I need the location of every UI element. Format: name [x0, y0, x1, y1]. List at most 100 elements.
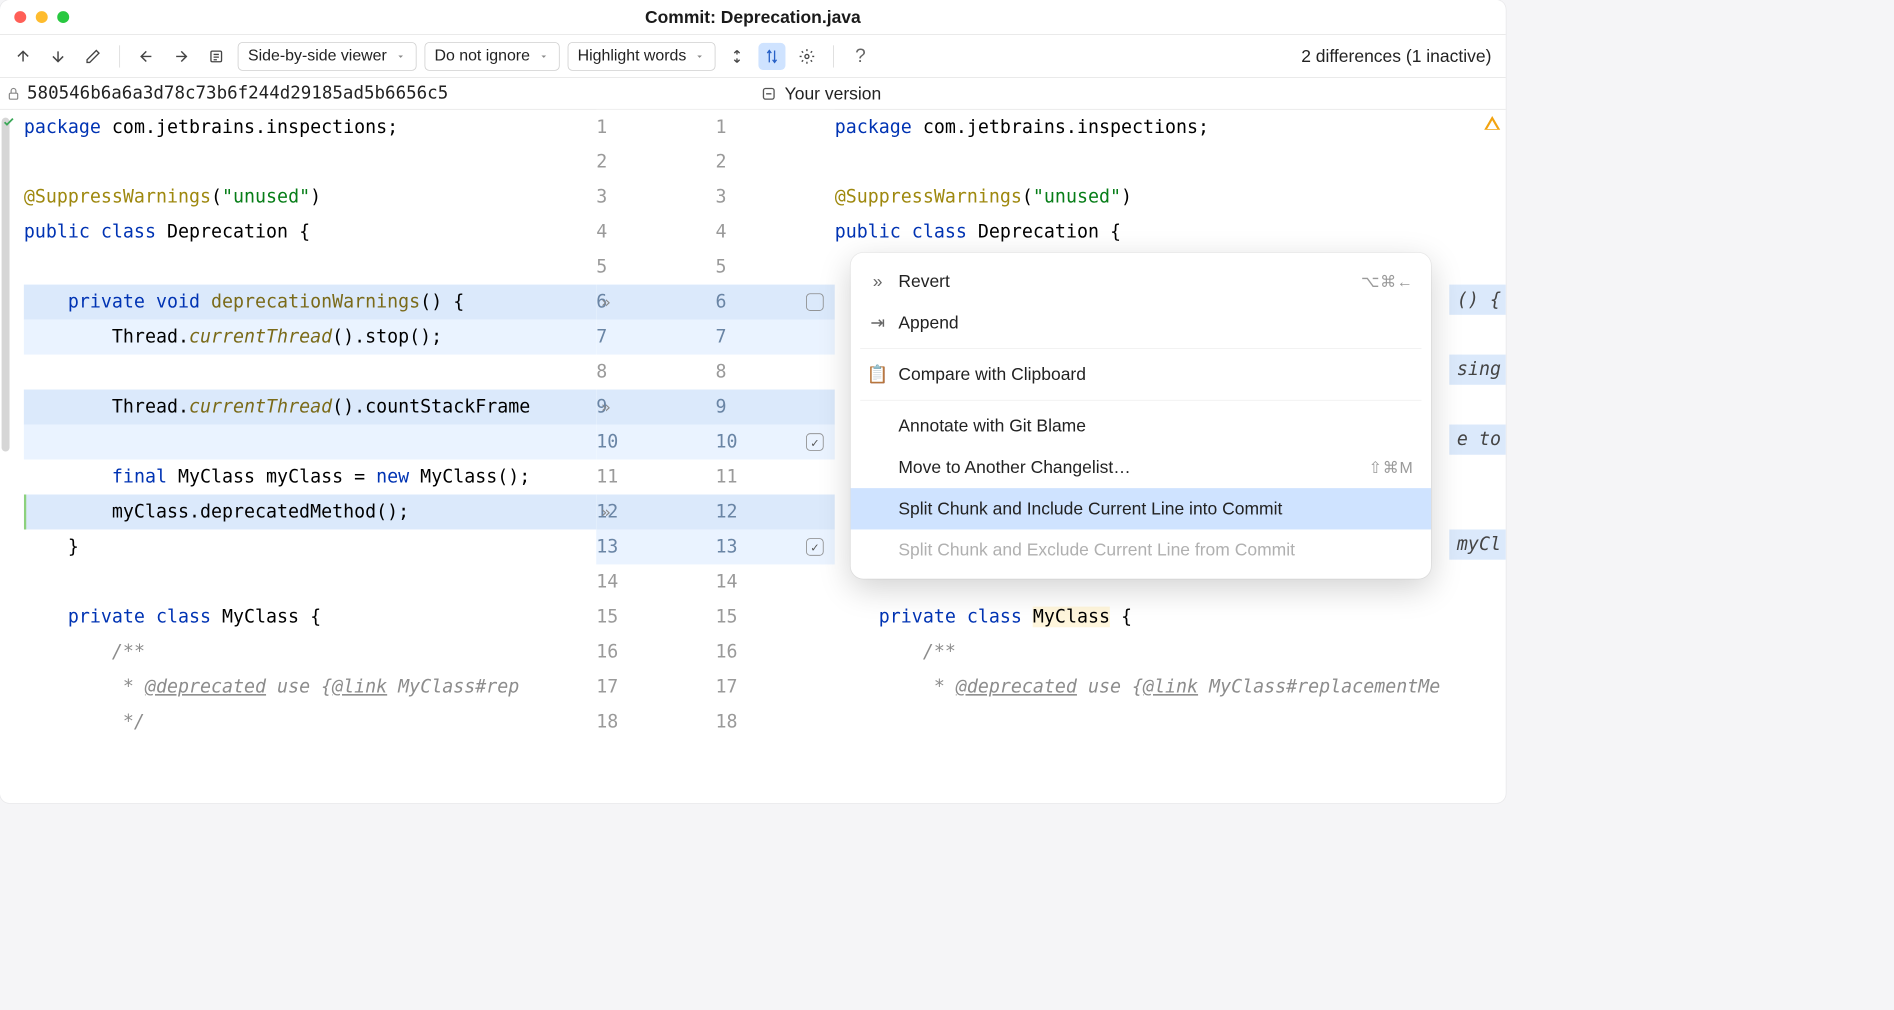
menu-item-label: Append — [898, 312, 958, 333]
menu-shortcut: ⇧⌘M — [1369, 458, 1414, 478]
collapse-button[interactable] — [724, 43, 751, 70]
menu-item-label: Annotate with Git Blame — [898, 416, 1086, 437]
line-number: 1 — [596, 110, 715, 145]
code-line[interactable] — [24, 564, 596, 599]
code-line[interactable]: public class Deprecation { — [835, 215, 1506, 250]
diff-count: 2 differences (1 inactive) — [1301, 46, 1496, 67]
toolbar: Side-by-side viewer Do not ignore Highli… — [0, 35, 1506, 78]
line-number: 12» — [596, 494, 715, 529]
left-pane[interactable]: package com.jetbrains.inspections; @Suppr… — [0, 110, 596, 803]
menu-item-label: Compare with Clipboard — [898, 364, 1086, 385]
window-title: Commit: Deprecation.java — [645, 7, 861, 28]
settings-button[interactable] — [794, 43, 821, 70]
code-peek: () { — [1449, 285, 1506, 315]
edit-button[interactable] — [80, 43, 107, 70]
code-line[interactable]: myClass.deprecatedMethod(); — [24, 494, 596, 529]
diff-panes: package com.jetbrains.inspections; @Suppr… — [0, 110, 1506, 803]
code-line[interactable]: @SuppressWarnings("unused") — [24, 180, 596, 215]
line-number: 6» — [596, 285, 715, 320]
context-menu: »Revert⌥⌘←⇥Append 📋Compare with Clipboard… — [851, 253, 1431, 579]
line-number: 7 — [596, 320, 715, 355]
line-number: 10 — [596, 425, 715, 460]
menu-item[interactable]: Split Chunk and Include Current Line int… — [851, 488, 1431, 529]
forward-button[interactable] — [168, 43, 195, 70]
include-chunk-checkbox[interactable] — [806, 433, 823, 450]
highlight-select[interactable]: Highlight words — [567, 42, 715, 71]
code-line[interactable]: Thread.currentThread().countStackFrame — [24, 390, 596, 425]
code-line[interactable]: private class MyClass { — [835, 599, 1506, 634]
apply-chunk-icon[interactable]: » — [601, 293, 611, 312]
code-line[interactable]: } — [24, 529, 596, 564]
help-button[interactable]: ? — [847, 43, 874, 70]
line-number: 13 — [596, 529, 715, 564]
code-line[interactable]: * @deprecated use {@link MyClass#rep — [24, 669, 596, 704]
code-line[interactable]: * @deprecated use {@link MyClass#replace… — [835, 669, 1506, 704]
menu-shortcut: ⌥⌘← — [1361, 271, 1414, 291]
gear-icon — [799, 48, 815, 64]
menu-item: Split Chunk and Exclude Current Line fro… — [851, 529, 1431, 570]
menu-item[interactable]: Move to Another Changelist… ⇧⌘M — [851, 447, 1431, 488]
collapse-icon[interactable] — [761, 85, 777, 101]
divider — [833, 45, 834, 67]
highlight-label: Highlight words — [578, 47, 687, 65]
line-number: 10 — [716, 425, 835, 460]
line-number: 9 — [716, 390, 835, 425]
prev-diff-button[interactable] — [10, 43, 37, 70]
code-line[interactable]: Thread.currentThread().stop(); — [24, 320, 596, 355]
viewer-mode-label: Side-by-side viewer — [248, 47, 387, 65]
line-number: 1 — [716, 110, 835, 145]
menu-item[interactable]: 📋Compare with Clipboard — [851, 354, 1431, 395]
menu-item-label: Move to Another Changelist… — [898, 457, 1130, 478]
menu-item[interactable]: ⇥Append — [851, 302, 1431, 343]
line-number: 3 — [596, 180, 715, 215]
pane-headers: 580546b6a6a3d78c73b6f244d29185ad5b6656c5… — [0, 78, 1506, 110]
line-number: 14 — [716, 564, 835, 599]
code-line[interactable]: */ — [24, 704, 596, 739]
line-number: 4 — [716, 215, 835, 250]
code-line[interactable]: package com.jetbrains.inspections; — [835, 110, 1506, 145]
ignore-select[interactable]: Do not ignore — [424, 42, 559, 71]
code-line[interactable]: package com.jetbrains.inspections; — [24, 110, 596, 145]
code-line[interactable]: private class MyClass { — [24, 599, 596, 634]
code-line[interactable] — [24, 425, 596, 460]
code-line[interactable] — [835, 145, 1506, 180]
gutter-columns: 123456»789»101112»131415161718 123456789… — [596, 110, 835, 803]
line-number: 15 — [716, 599, 835, 634]
line-number: 7 — [716, 320, 835, 355]
include-chunk-checkbox[interactable] — [806, 538, 823, 555]
menu-item[interactable]: »Revert⌥⌘← — [851, 261, 1431, 302]
revert-icon: » — [868, 271, 887, 292]
menu-item[interactable]: Annotate with Git Blame — [851, 405, 1431, 446]
code-line[interactable]: /** — [24, 634, 596, 669]
line-number: 15 — [596, 599, 715, 634]
code-line[interactable]: public class Deprecation { — [24, 215, 596, 250]
sync-scroll-button[interactable] — [759, 43, 786, 70]
code-line[interactable] — [24, 145, 596, 180]
code-line[interactable]: @SuppressWarnings("unused") — [835, 180, 1506, 215]
include-chunk-checkbox[interactable] — [806, 293, 823, 310]
minimize-icon[interactable] — [36, 11, 48, 23]
line-number: 3 — [716, 180, 835, 215]
line-number: 17 — [596, 669, 715, 704]
line-number: 11 — [716, 460, 835, 495]
code-line[interactable] — [24, 355, 596, 390]
chevron-down-icon — [538, 50, 549, 61]
code-line[interactable]: private void deprecationWarnings() { — [24, 285, 596, 320]
code-line[interactable]: final MyClass myClass = new MyClass(); — [24, 460, 596, 495]
maximize-icon[interactable] — [57, 11, 69, 23]
right-pane[interactable]: package com.jetbrains.inspections; @Suppr… — [835, 110, 1506, 803]
line-number: 9» — [596, 390, 715, 425]
list-button[interactable] — [203, 43, 230, 70]
apply-chunk-icon[interactable]: » — [601, 502, 611, 521]
divider — [119, 45, 120, 67]
menu-separator — [860, 400, 1421, 401]
close-icon[interactable] — [14, 11, 26, 23]
code-line[interactable]: /** — [835, 634, 1506, 669]
menu-item-label: Split Chunk and Exclude Current Line fro… — [898, 540, 1295, 561]
viewer-mode-select[interactable]: Side-by-side viewer — [238, 42, 416, 71]
back-button[interactable] — [133, 43, 160, 70]
next-diff-button[interactable] — [45, 43, 72, 70]
apply-chunk-icon[interactable]: » — [601, 398, 611, 417]
code-line[interactable] — [24, 250, 596, 285]
line-number: 14 — [596, 564, 715, 599]
